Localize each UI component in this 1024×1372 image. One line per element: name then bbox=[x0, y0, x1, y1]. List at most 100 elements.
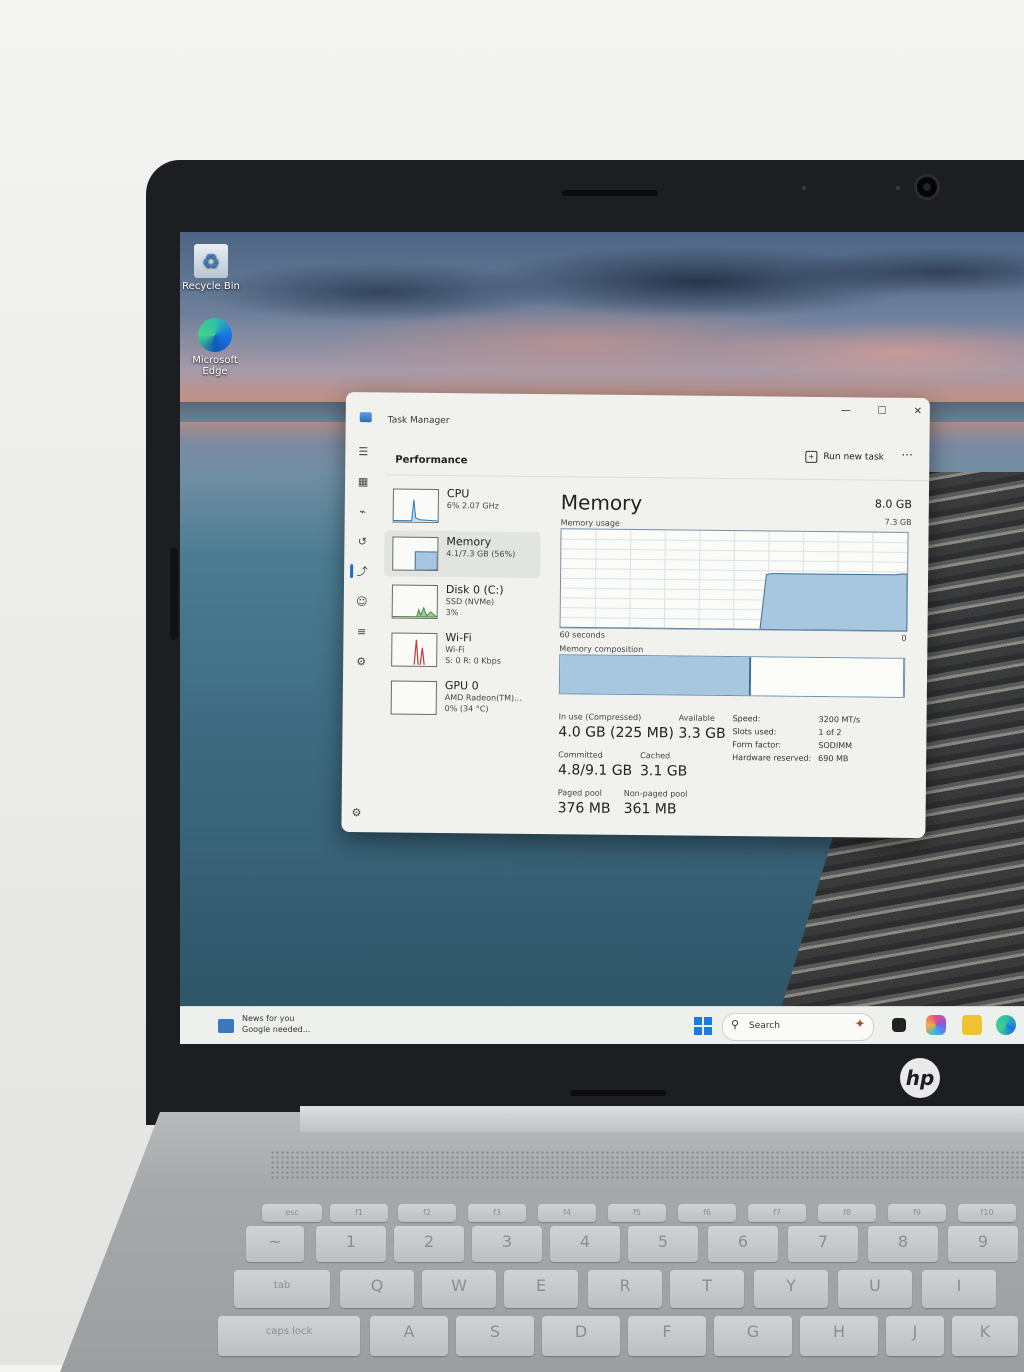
screen: ♻ Recycle Bin Microsoft Edge Task Manage… bbox=[180, 232, 1024, 1044]
desktop-icon-label: Recycle Bin bbox=[182, 281, 240, 292]
task-manager-window[interactable]: Task Manager — ☐ ✕ ☰ ▦ ⌁ ↺ ⤴ ☺ ≡ ⚙ Perfo… bbox=[341, 392, 930, 839]
desktop-icon-edge[interactable]: Microsoft Edge bbox=[184, 318, 246, 377]
app-history-icon[interactable]: ↺ bbox=[354, 534, 370, 550]
startup-apps-icon[interactable]: ⤴ bbox=[354, 564, 370, 580]
spec-value: 690 MB bbox=[818, 753, 849, 764]
settings-gear-icon[interactable]: ⚙ bbox=[352, 806, 362, 819]
spec-label: Hardware reserved: bbox=[732, 753, 812, 763]
memory-usage-graph bbox=[559, 528, 909, 632]
key-f9: f9 bbox=[888, 1204, 946, 1222]
resource-detail: 4.1/7.3 GB (56%) bbox=[446, 549, 516, 559]
speaker-grille bbox=[270, 1150, 1024, 1180]
news-widget-icon[interactable] bbox=[218, 1019, 234, 1033]
resource-name: GPU 0 bbox=[444, 679, 479, 693]
run-task-label: Run new task bbox=[823, 452, 884, 463]
key-f3: f3 bbox=[468, 1204, 526, 1222]
camera-bar bbox=[562, 190, 658, 196]
available-value: 3.3 GB bbox=[678, 725, 726, 742]
performance-icon[interactable]: ⌁ bbox=[355, 504, 371, 520]
memory-composition-bar bbox=[558, 654, 906, 698]
usage-graph-max: 7.3 GB bbox=[884, 517, 912, 527]
services-icon[interactable]: ⚙ bbox=[353, 654, 369, 670]
minimize-icon[interactable]: — bbox=[838, 403, 854, 419]
side-port bbox=[170, 548, 178, 640]
memory-thumbnail-graph bbox=[392, 536, 439, 571]
key-j: J bbox=[886, 1316, 944, 1356]
key-esc: esc bbox=[262, 1204, 322, 1222]
key-q: Q bbox=[340, 1270, 414, 1308]
title-bar[interactable]: Task Manager — ☐ ✕ bbox=[346, 392, 930, 430]
close-icon[interactable]: ✕ bbox=[910, 404, 926, 420]
cpu-thumbnail-graph bbox=[392, 488, 439, 523]
key-f1: f1 bbox=[330, 1204, 388, 1222]
file-explorer-icon[interactable] bbox=[962, 1015, 982, 1035]
recycle-bin-icon: ♻ bbox=[194, 244, 228, 278]
spec-value: 3200 MT/s bbox=[818, 714, 861, 725]
cached-label: Cached bbox=[640, 751, 671, 761]
key-f8: f8 bbox=[818, 1204, 876, 1222]
committed-label: Committed bbox=[558, 750, 603, 760]
divider bbox=[385, 474, 930, 482]
committed-value: 4.8/9.1 GB bbox=[557, 762, 633, 780]
key-s: S bbox=[456, 1316, 534, 1356]
resource-name: Memory bbox=[446, 535, 492, 549]
more-options-icon[interactable]: ··· bbox=[901, 448, 913, 462]
news-widget-title[interactable]: News for you bbox=[242, 1014, 294, 1023]
maximize-icon[interactable]: ☐ bbox=[874, 404, 890, 420]
key-tab: tab bbox=[234, 1270, 330, 1308]
resource-item-memory[interactable]: Memory 4.1/7.3 GB (56%) bbox=[384, 530, 541, 579]
copilot-icon[interactable] bbox=[926, 1015, 946, 1035]
composition-label: Memory composition bbox=[559, 644, 644, 655]
desktop-icon-recycle-bin[interactable]: ♻ Recycle Bin bbox=[180, 244, 242, 292]
hinge-bar bbox=[570, 1090, 666, 1096]
news-widget-subtitle: Google needed... bbox=[242, 1025, 311, 1034]
key-6: 6 bbox=[708, 1226, 778, 1262]
edge-taskbar-icon[interactable] bbox=[996, 1015, 1016, 1035]
users-icon[interactable]: ☺ bbox=[354, 594, 370, 610]
key-u: U bbox=[838, 1270, 912, 1308]
resource-item-wifi[interactable]: Wi-Fi Wi-Fi S: 0 R: 0 Kbps bbox=[383, 626, 539, 674]
processes-icon[interactable]: ▦ bbox=[355, 474, 371, 490]
in-use-label: In use (Compressed) bbox=[558, 712, 642, 723]
resource-name: CPU bbox=[446, 487, 470, 501]
start-windows-icon[interactable] bbox=[694, 1017, 712, 1035]
search-icon: ⚲ bbox=[731, 1018, 740, 1031]
key-e: E bbox=[504, 1270, 578, 1308]
page-title: Performance bbox=[395, 454, 468, 467]
detail-title: Memory bbox=[560, 490, 643, 516]
resource-list: CPU 6% 2.07 GHz Memory 4.1/7.3 GB (56%) … bbox=[383, 482, 542, 724]
available-label: Available bbox=[678, 713, 715, 723]
resource-detail: SSD (NVMe) bbox=[445, 597, 495, 607]
key-4: 4 bbox=[550, 1226, 620, 1262]
search-highlight-icon[interactable]: ✦ bbox=[850, 1015, 870, 1035]
wallpaper-clouds bbox=[180, 232, 1024, 412]
key-f6: f6 bbox=[678, 1204, 736, 1222]
hamburger-menu-icon[interactable]: ☰ bbox=[355, 444, 371, 460]
key-8: 8 bbox=[868, 1226, 938, 1262]
key-tilde: ~ bbox=[246, 1226, 304, 1262]
run-new-task-button[interactable]: + Run new task bbox=[805, 450, 884, 464]
edge-icon bbox=[198, 318, 232, 352]
resource-item-gpu[interactable]: GPU 0 AMD Radeon(TM)... 0% (34 °C) bbox=[383, 674, 539, 722]
webcam-icon bbox=[914, 174, 940, 200]
microphone-dot bbox=[896, 186, 900, 190]
task-view-icon[interactable] bbox=[892, 1018, 906, 1032]
resource-item-cpu[interactable]: CPU 6% 2.07 GHz bbox=[385, 482, 541, 530]
graph-time-end: 0 bbox=[901, 633, 907, 643]
spec-value: 1 of 2 bbox=[818, 727, 842, 738]
non-paged-pool-label: Non-paged pool bbox=[623, 788, 688, 799]
key-7: 7 bbox=[788, 1226, 858, 1262]
key-f10: f10 bbox=[958, 1204, 1016, 1222]
key-y: Y bbox=[754, 1270, 828, 1308]
resource-item-disk[interactable]: Disk 0 (C:) SSD (NVMe) 3% bbox=[384, 578, 540, 626]
navigation-rail: ☰ ▦ ⌁ ↺ ⤴ ☺ ≡ ⚙ bbox=[347, 444, 375, 824]
details-icon[interactable]: ≡ bbox=[353, 624, 369, 640]
hp-logo: hp bbox=[900, 1058, 940, 1098]
disk-thumbnail-graph bbox=[391, 584, 438, 619]
memory-usage-chart bbox=[560, 529, 908, 632]
key-3: 3 bbox=[472, 1226, 542, 1262]
spec-label: Speed: bbox=[732, 714, 761, 724]
resource-detail: 6% 2.07 GHz bbox=[446, 501, 499, 511]
key-1: 1 bbox=[316, 1226, 386, 1262]
key-9: 9 bbox=[948, 1226, 1018, 1262]
